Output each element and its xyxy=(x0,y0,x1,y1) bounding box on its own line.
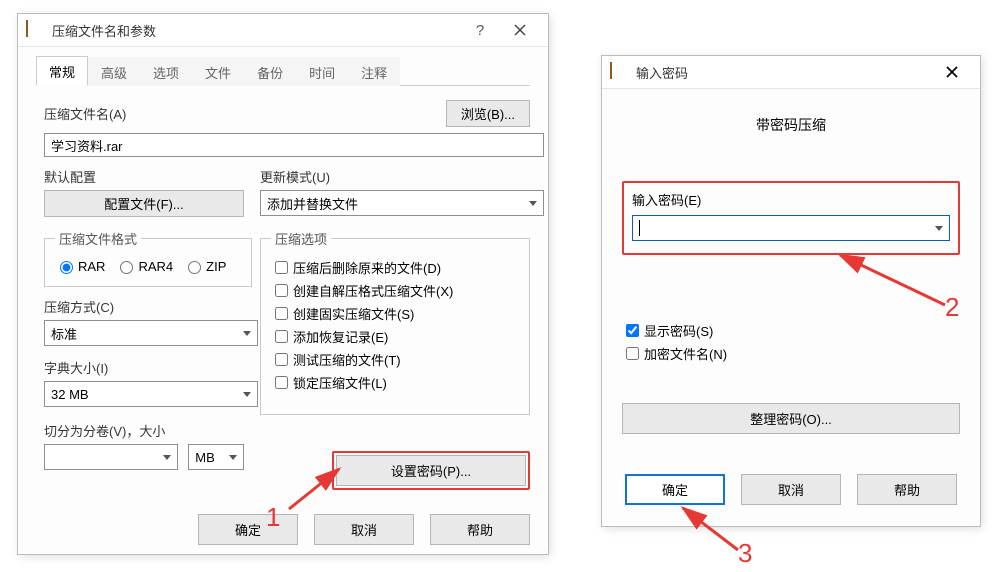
options-group: 压缩选项 压缩后删除原来的文件(D) 创建自解压格式压缩文件(X) 创建固实压缩… xyxy=(260,229,530,415)
dict-select[interactable]: 32 MB xyxy=(44,381,258,407)
format-group: 压缩文件格式 RAR RAR4 ZIP xyxy=(44,229,252,287)
password-highlight-box: 输入密码(E) xyxy=(622,181,960,255)
password-input-label: 输入密码(E) xyxy=(632,190,950,209)
help-button[interactable]: 帮助 xyxy=(430,514,530,545)
close-icon[interactable] xyxy=(500,16,540,44)
update-mode-label: 更新模式(U) xyxy=(260,167,530,186)
help-icon[interactable]: ? xyxy=(460,16,500,44)
opt-lock[interactable]: 锁定压缩文件(L) xyxy=(271,373,519,392)
window-title: 输入密码 xyxy=(636,63,932,82)
default-cfg-label: 默认配置 xyxy=(44,167,244,186)
winrar-icon xyxy=(26,21,44,39)
config-button[interactable]: 配置文件(F)... xyxy=(44,190,244,217)
archive-name-label: 压缩文件名(A) xyxy=(44,104,126,123)
set-password-button[interactable]: 设置密码(P)... xyxy=(336,455,526,486)
tab-general[interactable]: 常规 xyxy=(36,56,88,86)
opt-test[interactable]: 测试压缩的文件(T) xyxy=(271,350,519,369)
winrar-icon xyxy=(610,63,628,81)
window-title: 压缩文件名和参数 xyxy=(52,21,460,40)
manage-passwords-button[interactable]: 整理密码(O)... xyxy=(622,403,960,434)
radio-rar4[interactable]: RAR4 xyxy=(115,258,173,274)
ok-button[interactable]: 确定 xyxy=(198,514,298,545)
update-mode-select[interactable]: 添加并替换文件 xyxy=(260,190,544,216)
dict-value: 32 MB xyxy=(51,387,89,402)
ok-button[interactable]: 确定 xyxy=(625,474,725,505)
show-password-checkbox[interactable]: 显示密码(S) xyxy=(622,321,960,340)
chevron-down-icon xyxy=(243,331,251,336)
chevron-down-icon xyxy=(243,392,251,397)
method-value: 标准 xyxy=(51,324,77,343)
tab-backup[interactable]: 备份 xyxy=(244,57,296,86)
opt-sfx[interactable]: 创建自解压格式压缩文件(X) xyxy=(271,281,519,300)
split-size-select[interactable] xyxy=(44,444,178,470)
encrypt-filenames-checkbox[interactable]: 加密文件名(N) xyxy=(622,344,960,363)
format-legend: 压缩文件格式 xyxy=(55,229,141,248)
update-mode-value: 添加并替换文件 xyxy=(267,194,358,213)
close-icon[interactable] xyxy=(932,58,972,86)
chevron-down-icon xyxy=(163,455,171,460)
tab-options[interactable]: 选项 xyxy=(140,57,192,86)
titlebar[interactable]: 输入密码 xyxy=(602,56,980,89)
titlebar[interactable]: 压缩文件名和参数 ? xyxy=(18,14,548,47)
cancel-button[interactable]: 取消 xyxy=(314,514,414,545)
tab-bar: 常规 高级 选项 文件 备份 时间 注释 xyxy=(36,57,530,86)
tab-comment[interactable]: 注释 xyxy=(348,57,400,86)
annotation-label-3: 3 xyxy=(738,538,752,569)
method-select[interactable]: 标准 xyxy=(44,320,258,346)
cancel-button[interactable]: 取消 xyxy=(741,474,841,505)
dict-label: 字典大小(I) xyxy=(44,358,244,377)
help-button[interactable]: 帮助 xyxy=(857,474,957,505)
text-cursor-icon xyxy=(639,220,640,236)
annotation-label-2: 2 xyxy=(945,292,959,323)
tab-time[interactable]: 时间 xyxy=(296,57,348,86)
opt-recovery[interactable]: 添加恢复记录(E) xyxy=(271,327,519,346)
split-label: 切分为分卷(V)，大小 xyxy=(44,421,244,440)
options-legend: 压缩选项 xyxy=(271,229,331,248)
browse-button[interactable]: 浏览(B)... xyxy=(446,100,530,127)
password-dialog: 输入密码 带密码压缩 输入密码(E) 显示密码(S) 加密文件名(N) 整理密码… xyxy=(602,56,980,526)
radio-rar[interactable]: RAR xyxy=(55,258,105,274)
tab-files[interactable]: 文件 xyxy=(192,57,244,86)
archive-name-input[interactable] xyxy=(44,133,544,157)
chevron-down-icon xyxy=(229,455,237,460)
password-subhead: 带密码压缩 xyxy=(622,115,960,135)
archive-dialog: 压缩文件名和参数 ? 常规 高级 选项 文件 备份 时间 注释 压缩文件名(A)… xyxy=(18,14,548,554)
annotation-label-1: 1 xyxy=(266,502,280,533)
password-input[interactable] xyxy=(632,215,950,241)
split-unit-select[interactable]: MB xyxy=(188,444,244,470)
radio-zip[interactable]: ZIP xyxy=(183,258,226,274)
split-unit-value: MB xyxy=(195,450,215,465)
opt-delete-after[interactable]: 压缩后删除原来的文件(D) xyxy=(271,258,519,277)
tab-advanced[interactable]: 高级 xyxy=(88,57,140,86)
method-label: 压缩方式(C) xyxy=(44,297,244,316)
chevron-down-icon xyxy=(935,226,943,231)
opt-solid[interactable]: 创建固实压缩文件(S) xyxy=(271,304,519,323)
chevron-down-icon xyxy=(529,201,537,206)
